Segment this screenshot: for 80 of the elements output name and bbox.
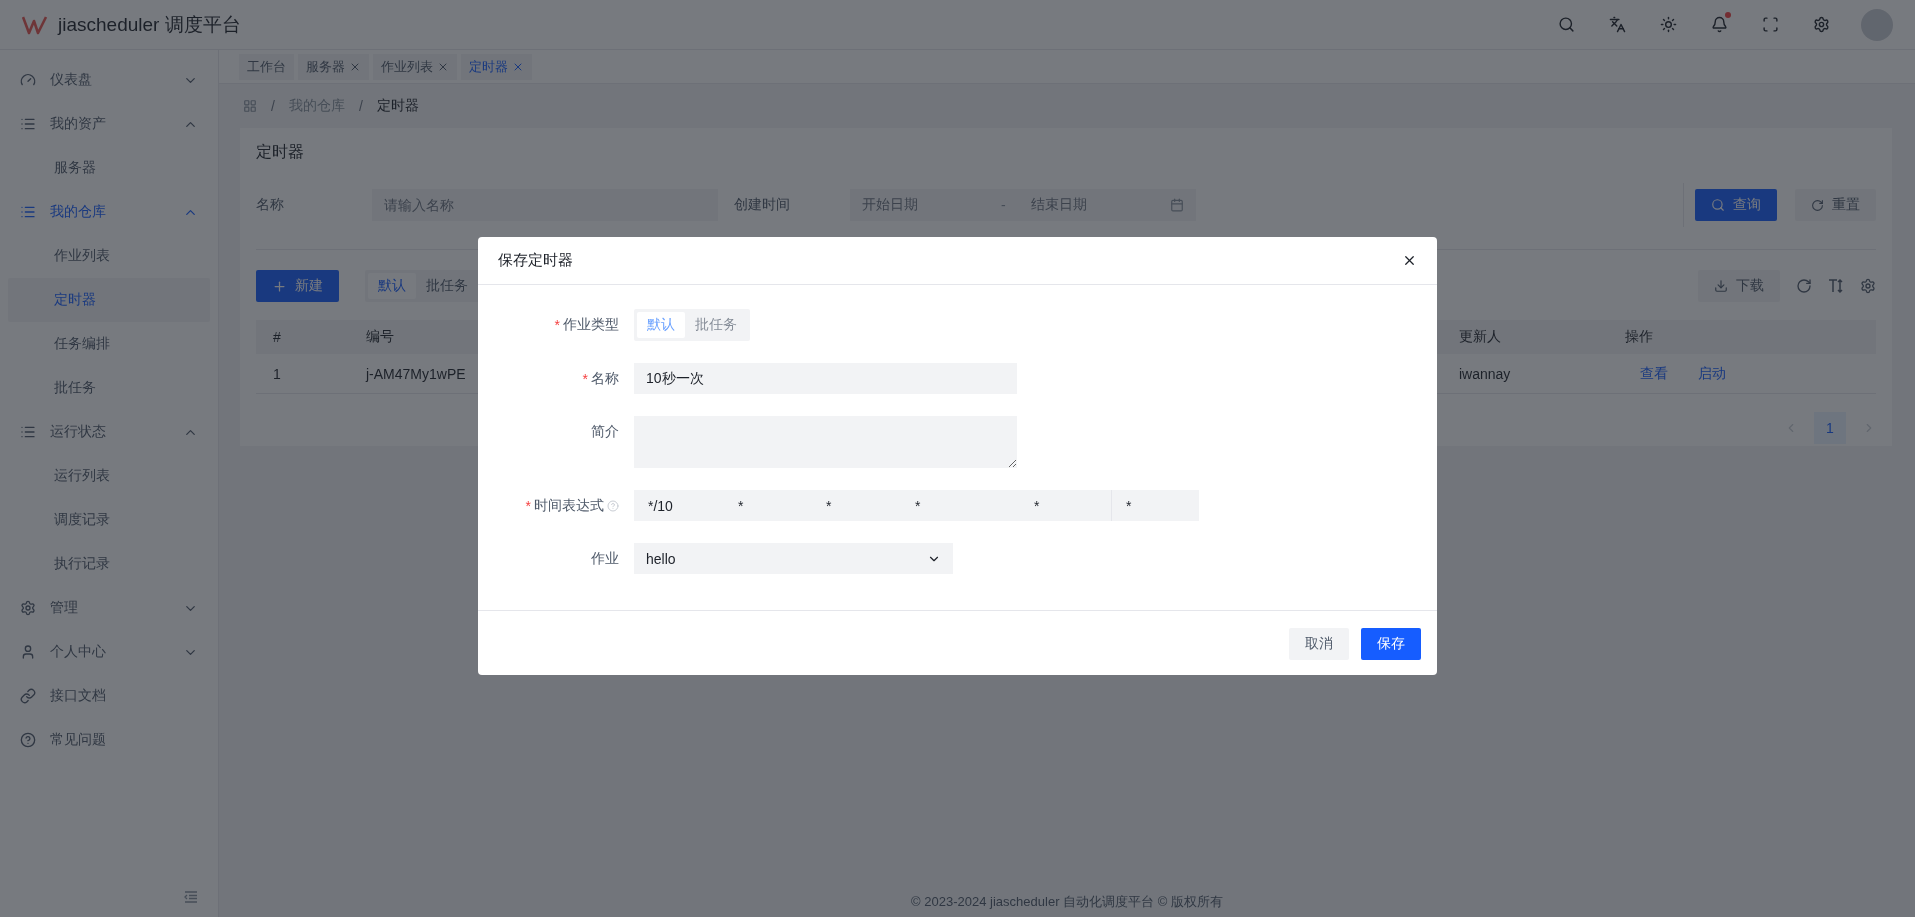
translate-icon[interactable]	[1609, 16, 1626, 33]
sidebar-item[interactable]: 个人中心	[8, 630, 210, 674]
plus-icon	[272, 278, 287, 294]
calendar-icon	[1170, 198, 1184, 212]
sidebar-item[interactable]: 管理	[8, 586, 210, 630]
table-cell: iwannay	[1459, 365, 1511, 382]
action-link[interactable]: 查看	[1640, 364, 1668, 383]
app-title: jiascheduler 调度平台	[58, 12, 241, 37]
sidebar-item[interactable]: 我的仓库	[8, 190, 210, 234]
search-icon	[1711, 198, 1725, 212]
sidebar-item[interactable]: 调度记录	[8, 498, 210, 542]
sidebar-item[interactable]: 运行列表	[8, 454, 210, 498]
column-header: 更新人	[1459, 328, 1501, 346]
copyright-text: © 2023-2024 jiascheduler 自动化调度平台 © 版权所有	[911, 894, 1223, 909]
sidebar-item[interactable]: 服务器	[8, 146, 210, 190]
sidebar-item[interactable]: 任务编排	[8, 322, 210, 366]
close-icon[interactable]	[1402, 253, 1417, 268]
sidebar-item[interactable]: 定时器	[8, 278, 210, 322]
dialog-title: 保存定时器	[498, 251, 573, 270]
segment-option[interactable]: 批任务	[416, 273, 478, 299]
new-button[interactable]: 新建	[256, 270, 339, 302]
table-cell: 1	[273, 365, 281, 382]
logo-icon	[22, 14, 48, 35]
filter-label: 名称	[256, 196, 285, 214]
fullscreen-icon[interactable]	[1762, 16, 1779, 33]
sidebar-item[interactable]: 执行记录	[8, 542, 210, 586]
sidebar-item[interactable]: 我的资产	[8, 102, 210, 146]
column-header: 操作	[1625, 328, 1653, 346]
cron-part-input[interactable]: *	[1020, 490, 1111, 521]
breadcrumb-separator: /	[271, 98, 275, 114]
breadcrumb-item[interactable]: 定时器	[376, 97, 419, 115]
cron-part-input[interactable]: *	[1111, 490, 1199, 521]
home-grid-icon[interactable]	[243, 99, 257, 113]
required-mark: *	[525, 497, 531, 514]
field-label: 时间表达式	[534, 496, 604, 515]
sidebar-item[interactable]: 常见问题	[8, 718, 210, 762]
page-tab[interactable]: 服务器	[298, 53, 369, 80]
sidebar-item[interactable]: 批任务	[8, 366, 210, 410]
collapse-icon[interactable]	[184, 891, 198, 903]
field-label: 名称	[591, 369, 619, 388]
field-label: 作业类型	[563, 315, 619, 334]
job-select[interactable]: hello	[634, 543, 953, 574]
settings-icon[interactable]	[1860, 278, 1876, 294]
reset-icon	[1811, 198, 1824, 212]
cron-part-input[interactable]: *	[812, 490, 901, 521]
sidebar-item[interactable]: 作业列表	[8, 234, 210, 278]
cron-part-input[interactable]: *	[724, 490, 812, 521]
save-button[interactable]: 保存	[1361, 628, 1421, 660]
bell-icon[interactable]	[1711, 16, 1728, 33]
required-mark: *	[554, 316, 560, 333]
cron-part-input[interactable]: *	[901, 490, 1020, 521]
download-icon	[1714, 279, 1728, 293]
field-label: 作业	[591, 549, 619, 568]
download-button[interactable]: 下载	[1698, 270, 1780, 302]
name-input[interactable]: 10秒一次	[634, 363, 1017, 394]
card-title: 定时器	[256, 142, 305, 162]
page-tab[interactable]: 工作台	[239, 53, 294, 80]
page-tab[interactable]: 作业列表	[373, 53, 457, 80]
required-mark: *	[582, 370, 588, 387]
sidebar-item[interactable]: 运行状态	[8, 410, 210, 454]
breadcrumb-separator: /	[358, 98, 363, 114]
table-cell: j-AM47My1wPE	[366, 365, 466, 382]
action-link[interactable]: 启动	[1698, 364, 1726, 383]
search-icon[interactable]	[1558, 16, 1575, 33]
column-header: 编号	[366, 328, 394, 346]
column-header: #	[273, 329, 281, 345]
search-button[interactable]: 查询	[1695, 189, 1777, 221]
filter-label: 创建时间	[734, 196, 791, 214]
reset-button[interactable]: 重置	[1795, 189, 1876, 221]
page-tab[interactable]: 定时器	[461, 53, 532, 80]
segment-option[interactable]: 默认	[368, 273, 416, 299]
refresh-icon[interactable]	[1796, 278, 1812, 294]
text-size-icon[interactable]	[1828, 278, 1844, 294]
settings-icon[interactable]	[1813, 16, 1830, 33]
page-button[interactable]: 1	[1814, 412, 1846, 444]
sun-icon[interactable]	[1660, 16, 1677, 33]
cron-part-input[interactable]: */10	[634, 490, 724, 521]
cancel-button[interactable]: 取消	[1289, 628, 1349, 660]
sidebar-item[interactable]: 仪表盘	[8, 58, 210, 102]
field-label: 简介	[591, 422, 619, 441]
